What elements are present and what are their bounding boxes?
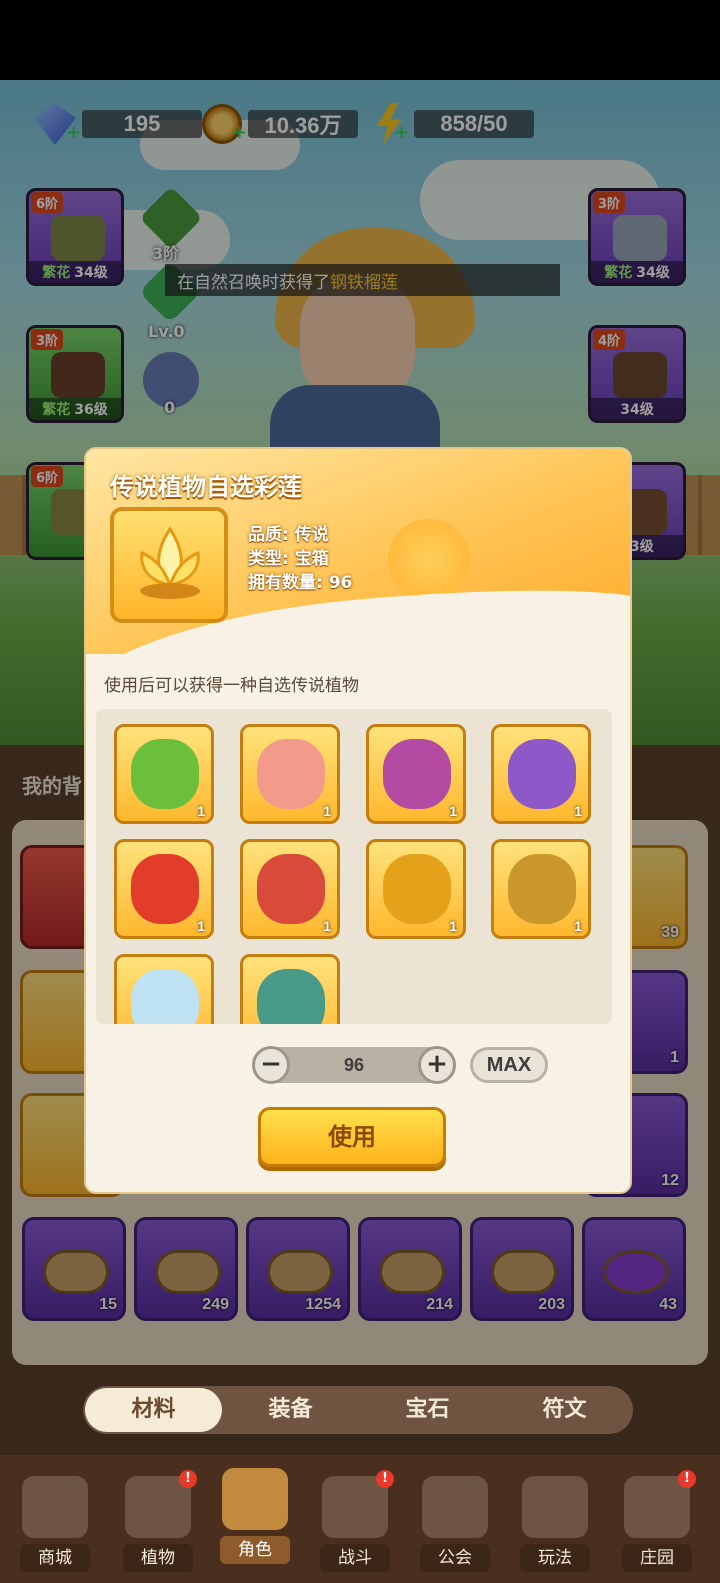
character-icon <box>222 1468 288 1530</box>
nav-label: 角色 <box>220 1536 290 1564</box>
use-button[interactable]: 使用 <box>258 1107 446 1167</box>
tab-materials[interactable]: 材料 <box>85 1388 222 1432</box>
nav-label: 战斗 <box>320 1544 390 1572</box>
item-quality: 品质: 传说 <box>248 525 329 545</box>
plant-option[interactable] <box>240 954 340 1024</box>
option-count: 1 <box>197 918 205 934</box>
alert-badge: ! <box>179 1470 197 1488</box>
nav-plants[interactable]: 植物! <box>113 1468 203 1578</box>
nav-label: 公会 <box>420 1544 490 1572</box>
max-button[interactable]: MAX <box>470 1047 548 1083</box>
dragon-plant-icon <box>257 854 325 924</box>
plant-choice-grid[interactable]: 1 1 1 1 1 1 1 1 <box>96 709 612 1024</box>
increase-button[interactable]: + <box>418 1046 456 1084</box>
nav-guild[interactable]: 公会 <box>410 1468 500 1578</box>
nav-label: 植物 <box>123 1544 193 1572</box>
plant-option[interactable]: 1 <box>366 839 466 939</box>
nav-play[interactable]: 玩法 <box>510 1468 600 1578</box>
item-type: 类型: 宝箱 <box>248 549 329 569</box>
plant-option[interactable]: 1 <box>491 839 591 939</box>
plant-option[interactable]: 1 <box>240 724 340 824</box>
nav-label: 商城 <box>20 1544 90 1572</box>
peach-plant-icon <box>257 739 325 809</box>
item-icon <box>110 507 228 623</box>
modal-title: 传说植物自选彩莲 <box>110 473 302 501</box>
decrease-button[interactable]: − <box>252 1046 290 1084</box>
nav-shop[interactable]: 商城 <box>10 1468 100 1578</box>
option-count: 1 <box>449 918 457 934</box>
option-count: 1 <box>574 918 582 934</box>
option-count: 1 <box>323 803 331 819</box>
nav-battle[interactable]: 战斗! <box>310 1468 400 1578</box>
trident-plant-icon <box>257 969 325 1024</box>
option-count: 1 <box>574 803 582 819</box>
plant-option[interactable]: 1 <box>366 724 466 824</box>
ice-plant-icon <box>131 969 199 1024</box>
golden-plant-icon <box>383 854 451 924</box>
plant-option[interactable]: 1 <box>240 839 340 939</box>
nav-label: 庄园 <box>622 1544 692 1572</box>
nav-character[interactable]: 角色 <box>210 1460 300 1570</box>
quantity-value[interactable]: 96 <box>296 1047 412 1083</box>
tab-gems[interactable]: 宝石 <box>359 1388 496 1432</box>
plant-option[interactable] <box>114 954 214 1024</box>
inventory-tabs: 材料 装备 宝石 符文 <box>83 1386 633 1434</box>
monster-icon <box>522 1476 588 1538</box>
quantity-stepper: − 96 + <box>252 1046 456 1084</box>
nav-label: 玩法 <box>520 1544 590 1572</box>
item-description: 使用后可以获得一种自选传说植物 <box>104 676 359 696</box>
shop-icon <box>22 1476 88 1538</box>
plant-option[interactable]: 1 <box>114 839 214 939</box>
chili-plant-icon <box>131 854 199 924</box>
fist-plant-icon <box>383 739 451 809</box>
item-detail-modal: 传说植物自选彩莲 品质: 传说 类型: 宝箱 拥有数量: 96 使用后可以获得一… <box>84 447 632 1194</box>
option-count: 1 <box>197 803 205 819</box>
item-properties: 品质: 传说 类型: 宝箱 拥有数量: 96 <box>248 523 352 595</box>
plant-option[interactable]: 1 <box>491 724 591 824</box>
tab-equipment[interactable]: 装备 <box>222 1388 359 1432</box>
castle-icon <box>422 1476 488 1538</box>
option-count: 1 <box>449 803 457 819</box>
nav-manor[interactable]: 庄园! <box>612 1468 702 1578</box>
item-owned: 拥有数量: 96 <box>248 573 353 593</box>
alert-badge: ! <box>376 1470 394 1488</box>
durian-plant-icon <box>508 854 576 924</box>
plant-option[interactable]: 1 <box>114 724 214 824</box>
witch-plant-icon <box>508 739 576 809</box>
sun-decoration <box>388 519 470 601</box>
lotus-icon <box>140 526 200 599</box>
tab-runes[interactable]: 符文 <box>496 1388 633 1432</box>
option-count: 1 <box>323 918 331 934</box>
cactus-plant-icon <box>131 739 199 809</box>
alert-badge: ! <box>678 1470 696 1488</box>
